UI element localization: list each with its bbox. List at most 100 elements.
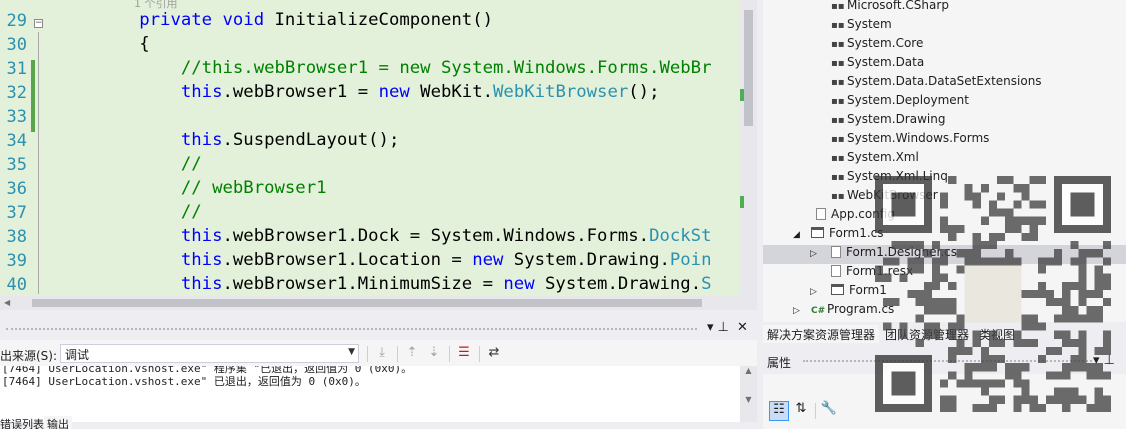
qr-module bbox=[1005, 371, 1014, 380]
qr-module bbox=[1029, 224, 1038, 233]
chevron-right-icon[interactable]: ▷ bbox=[793, 306, 811, 316]
tree-item-reference[interactable]: ▪▪ System bbox=[831, 17, 892, 36]
code-line[interactable]: this.webBrowser1.MinimumSize = new Syste… bbox=[56, 272, 712, 296]
code-line[interactable]: // bbox=[56, 200, 202, 224]
properties-title: 属性 bbox=[767, 356, 792, 370]
qr-module bbox=[1070, 395, 1079, 404]
qr-module bbox=[1005, 216, 1014, 225]
qr-module bbox=[923, 322, 932, 331]
toolbar-separator bbox=[449, 346, 450, 362]
tree-item-reference[interactable]: ▪▪ System.Xml bbox=[831, 150, 919, 169]
qr-module bbox=[940, 273, 949, 282]
qr-module bbox=[875, 265, 884, 274]
qr-module bbox=[980, 241, 989, 250]
scrollbar-thumb[interactable] bbox=[32, 299, 702, 307]
tree-item-reference[interactable]: ▪▪ System.Core bbox=[831, 36, 923, 55]
qr-module bbox=[1102, 330, 1111, 339]
scrollbar-thumb[interactable] bbox=[744, 10, 753, 126]
tree-item-reference[interactable]: ▪▪ System.Deployment bbox=[831, 93, 969, 112]
qr-module bbox=[1070, 281, 1079, 290]
qr-module bbox=[980, 346, 989, 356]
qr-module bbox=[948, 306, 957, 315]
qr-module bbox=[931, 257, 941, 266]
code-area[interactable]: 1 个引用 private void InitializeComponent()… bbox=[56, 0, 740, 296]
change-mark bbox=[740, 196, 744, 208]
tree-item-form1-cs[interactable]: ◢ Form1.cs bbox=[793, 226, 884, 245]
output-scrollbar[interactable]: ▲ ▼ bbox=[740, 366, 757, 422]
qr-module bbox=[923, 289, 932, 299]
code-line[interactable]: // bbox=[56, 152, 202, 176]
tree-item-reference[interactable]: ▪▪ System.Data.DataSetExtensions bbox=[831, 74, 1042, 93]
code-line[interactable]: private void InitializeComponent() bbox=[56, 8, 493, 32]
qr-module bbox=[1062, 289, 1071, 299]
close-icon[interactable]: ✕ bbox=[737, 320, 748, 335]
qr-module bbox=[1078, 363, 1087, 372]
code-line[interactable]: // webBrowser1 bbox=[56, 176, 327, 200]
code-line[interactable]: //this.webBrowser1 = new System.Windows.… bbox=[56, 56, 712, 80]
qr-module bbox=[972, 338, 981, 347]
qr-module bbox=[948, 330, 957, 339]
scroll-down-icon[interactable]: ▼ bbox=[740, 395, 757, 404]
code-line[interactable]: this.webBrowser1.Dock = System.Windows.F… bbox=[56, 224, 712, 248]
tree-item-reference[interactable]: ▪▪ System.Data bbox=[831, 55, 924, 74]
qr-logo-badge bbox=[964, 265, 1022, 323]
code-line[interactable]: { bbox=[56, 32, 149, 56]
editor-horizontal-scrollbar[interactable] bbox=[0, 296, 757, 310]
qr-module bbox=[972, 249, 981, 258]
qr-module bbox=[907, 289, 916, 299]
source-select[interactable]: 调试 ▼ bbox=[60, 344, 359, 363]
categorized-icon[interactable]: ☷ bbox=[769, 401, 789, 421]
find-source-icon[interactable]: ⤓ bbox=[373, 345, 391, 363]
code-editor[interactable]: 29 30 31 32 33 34 35 36 37 38 39 40 − 1 … bbox=[0, 0, 757, 310]
next-message-icon[interactable]: ⇣ bbox=[425, 345, 443, 363]
qr-module bbox=[964, 371, 973, 380]
tree-item-reference[interactable]: ▪▪ System.Windows.Forms bbox=[831, 131, 989, 150]
pin-icon[interactable]: ▾ ⊥ bbox=[707, 320, 729, 335]
output-title-bar[interactable]: ▾ ⊥ ✕ bbox=[0, 318, 757, 340]
expanded-arrow-icon[interactable]: ◢ bbox=[793, 230, 811, 240]
qr-module bbox=[1102, 298, 1111, 307]
qr-code-watermark bbox=[875, 176, 1111, 412]
qr-module bbox=[1021, 387, 1030, 396]
qr-module bbox=[1045, 289, 1055, 299]
chevron-right-icon[interactable]: ▷ bbox=[810, 249, 831, 259]
qr-module bbox=[1094, 403, 1103, 412]
scroll-left-icon[interactable]: ◀ bbox=[4, 298, 10, 307]
code-line[interactable]: this.SuspendLayout(); bbox=[56, 128, 400, 152]
qr-module bbox=[1070, 387, 1079, 396]
reference-icon: ▪▪ bbox=[831, 58, 845, 69]
property-pages-icon[interactable]: 🔧 bbox=[819, 401, 839, 421]
prev-message-icon[interactable]: ⇡ bbox=[403, 345, 421, 363]
qr-module bbox=[940, 224, 949, 233]
editor-vertical-scrollbar[interactable] bbox=[740, 0, 757, 296]
code-token: Poin bbox=[669, 250, 712, 270]
chevron-right-icon[interactable]: ▷ bbox=[810, 287, 831, 297]
output-text[interactable]: [7464] UserLocation.vshost.exe" 程序集 "已退出… bbox=[0, 366, 740, 422]
qr-module bbox=[956, 346, 965, 356]
tab-output[interactable]: 输出 bbox=[44, 416, 72, 429]
tab-error-list[interactable]: 错误列表 bbox=[0, 416, 44, 429]
qr-module bbox=[948, 298, 957, 307]
qr-module bbox=[1094, 273, 1103, 282]
word-wrap-icon[interactable]: ⇄ bbox=[485, 345, 503, 363]
code-line[interactable]: this.webBrowser1 = new WebKit.WebKitBrow… bbox=[56, 80, 660, 104]
tree-item-reference[interactable]: ▪▪ Microsoft.CSharp bbox=[831, 0, 949, 17]
qr-module bbox=[972, 330, 981, 339]
code-token: this bbox=[180, 226, 223, 246]
clear-all-icon[interactable]: ☰ bbox=[455, 345, 473, 363]
tab-solution-explorer[interactable]: 解决方案资源管理器 bbox=[763, 325, 880, 343]
qr-module bbox=[1078, 338, 1087, 347]
code-line[interactable]: this.webBrowser1.Location = new System.D… bbox=[56, 248, 712, 272]
tree-item-reference[interactable]: ▪▪ System.Drawing bbox=[831, 112, 945, 131]
qr-module bbox=[1078, 273, 1087, 282]
toolbar-separator bbox=[479, 346, 480, 362]
qr-module bbox=[997, 355, 1006, 364]
qr-module bbox=[1029, 289, 1038, 299]
collapse-icon[interactable]: − bbox=[34, 19, 43, 28]
alphabetical-icon[interactable]: ⇅ bbox=[791, 401, 811, 421]
reference-icon: ▪▪ bbox=[831, 172, 845, 183]
qr-module bbox=[1062, 371, 1071, 380]
qr-module bbox=[948, 232, 957, 242]
scroll-up-icon[interactable]: ▲ bbox=[740, 366, 757, 375]
